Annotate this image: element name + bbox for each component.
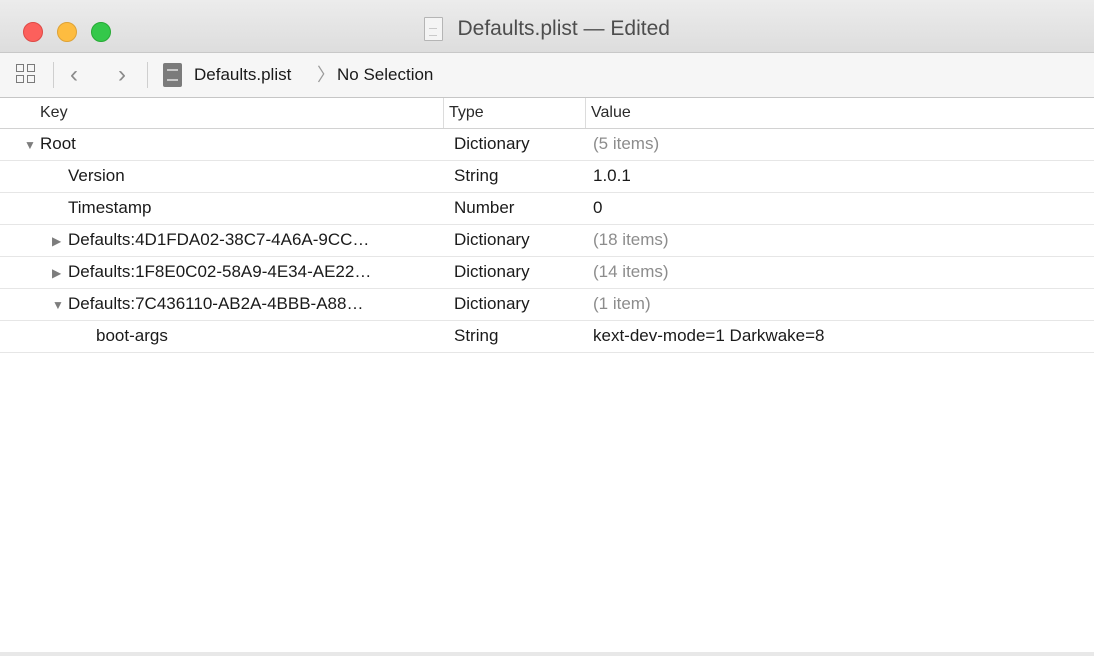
disclosure-open-icon[interactable]: ▼ (24, 136, 36, 154)
row-type[interactable]: Dictionary (454, 262, 530, 282)
row-type[interactable]: Dictionary (454, 134, 530, 154)
column-divider[interactable] (585, 98, 586, 128)
window-bottom-edge (0, 652, 1094, 656)
disclosure-open-icon[interactable]: ▼ (52, 296, 64, 314)
row-type[interactable]: String (454, 166, 498, 186)
column-divider[interactable] (443, 98, 444, 128)
plist-file-icon (163, 63, 182, 87)
table-row[interactable]: boot-args String kext-dev-mode=1 Darkwak… (0, 321, 1094, 353)
document-icon (424, 17, 444, 41)
window-title: Defaults.plist — Edited (457, 17, 670, 40)
table-row[interactable]: ▼ Root Dictionary (5 items) (0, 129, 1094, 161)
toolbar-divider (53, 62, 54, 88)
breadcrumb-selection[interactable]: No Selection (337, 65, 433, 85)
column-value-header[interactable]: Value (591, 104, 631, 122)
table-row[interactable]: ▼ Defaults:7C436110-AB2A-4BBB-A88… Dicti… (0, 289, 1094, 321)
column-key-header[interactable]: Key (40, 104, 68, 122)
row-value: (5 items) (593, 134, 660, 153)
row-key[interactable]: boot-args (96, 326, 168, 346)
column-header: Key Type Value (0, 98, 1094, 129)
related-items-icon[interactable] (16, 64, 38, 86)
row-type[interactable]: String (454, 326, 498, 346)
toolbar-divider (147, 62, 148, 88)
forward-arrow-icon[interactable]: › (118, 61, 126, 89)
window-title-area: Defaults.plist — Edited (0, 17, 1094, 45)
row-value[interactable]: 1.0.1 (593, 166, 631, 186)
row-value: (1 item) (593, 294, 651, 313)
column-type-header[interactable]: Type (449, 104, 484, 122)
table-row[interactable]: ▶ Defaults:1F8E0C02-58A9-4E34-AE22… Dict… (0, 257, 1094, 289)
row-key[interactable]: Version (68, 166, 125, 186)
row-type[interactable]: Dictionary (454, 230, 530, 250)
row-type[interactable]: Number (454, 198, 514, 218)
row-key[interactable]: Timestamp (68, 198, 151, 218)
jump-bar: ‹ › Defaults.plist 〉 No Selection (0, 53, 1094, 98)
title-bar[interactable]: Defaults.plist — Edited (0, 0, 1094, 53)
row-value[interactable]: 0 (593, 198, 602, 218)
table-row[interactable]: ▶ Defaults:4D1FDA02-38C7-4A6A-9CC… Dicti… (0, 225, 1094, 257)
plist-outline: ▼ Root Dictionary (5 items) Version Stri… (0, 129, 1094, 353)
row-value: (18 items) (593, 230, 669, 249)
table-row[interactable]: Version String 1.0.1 (0, 161, 1094, 193)
row-key[interactable]: Defaults:7C436110-AB2A-4BBB-A88… (68, 294, 363, 314)
disclosure-closed-icon[interactable]: ▶ (52, 232, 61, 250)
breadcrumb-file[interactable]: Defaults.plist (194, 65, 291, 85)
table-row[interactable]: Timestamp Number 0 (0, 193, 1094, 225)
row-key[interactable]: Defaults:4D1FDA02-38C7-4A6A-9CC… (68, 230, 369, 250)
breadcrumb-separator: 〉 (317, 65, 335, 85)
row-key[interactable]: Defaults:1F8E0C02-58A9-4E34-AE22… (68, 262, 371, 282)
plist-editor-window: Defaults.plist — Edited ‹ › Defaults.pli… (0, 0, 1094, 656)
row-key[interactable]: Root (40, 134, 76, 154)
row-value: (14 items) (593, 262, 669, 281)
row-type[interactable]: Dictionary (454, 294, 530, 314)
row-value[interactable]: kext-dev-mode=1 Darkwake=8 (593, 326, 825, 346)
disclosure-closed-icon[interactable]: ▶ (52, 264, 61, 282)
back-arrow-icon[interactable]: ‹ (70, 61, 78, 89)
